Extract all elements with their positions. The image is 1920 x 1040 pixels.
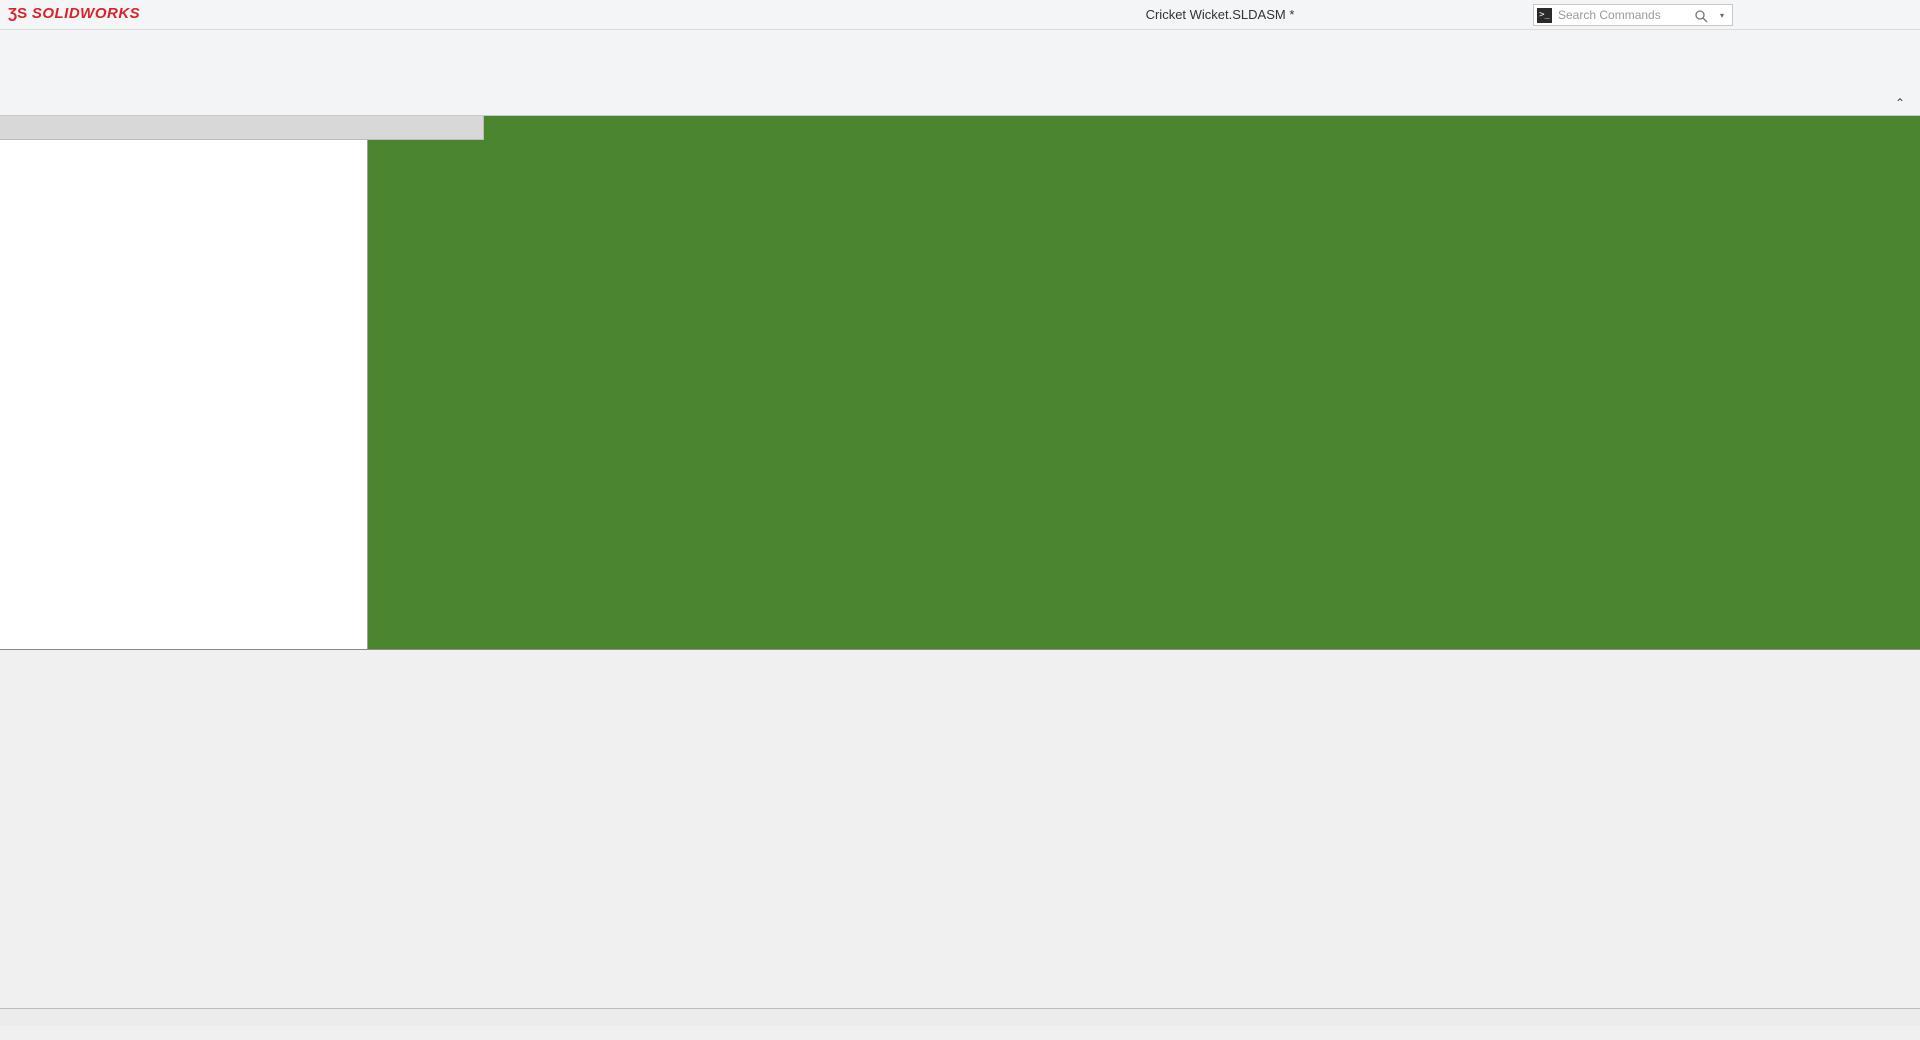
ribbon	[0, 30, 1920, 116]
status-bar	[0, 1026, 1920, 1040]
window-title: Cricket Wicket.SLDASM *	[1100, 0, 1340, 30]
search-icon[interactable]	[1694, 9, 1708, 23]
solidworks-logo: ƷS SOLIDWORKS	[8, 5, 140, 22]
search-dropdown-icon[interactable]: ▾	[1720, 11, 1724, 20]
ribbon-collapse-icon[interactable]: ⌃	[1895, 96, 1905, 110]
title-bar: ƷS SOLIDWORKS Cricket Wicket.SLDASM * >_…	[0, 0, 1920, 30]
ribbon-tab-strip	[0, 116, 484, 140]
search-placeholder: Search Commands	[1558, 8, 1661, 22]
feature-manager-panel	[0, 140, 368, 649]
motion-manager-panel	[0, 649, 1920, 1008]
search-input[interactable]: >_ Search Commands ▾	[1533, 4, 1733, 26]
configuration-tab-bar	[0, 1008, 1920, 1026]
viewport-3d[interactable]	[368, 116, 1920, 649]
search-terminal-icon: >_	[1537, 8, 1552, 23]
